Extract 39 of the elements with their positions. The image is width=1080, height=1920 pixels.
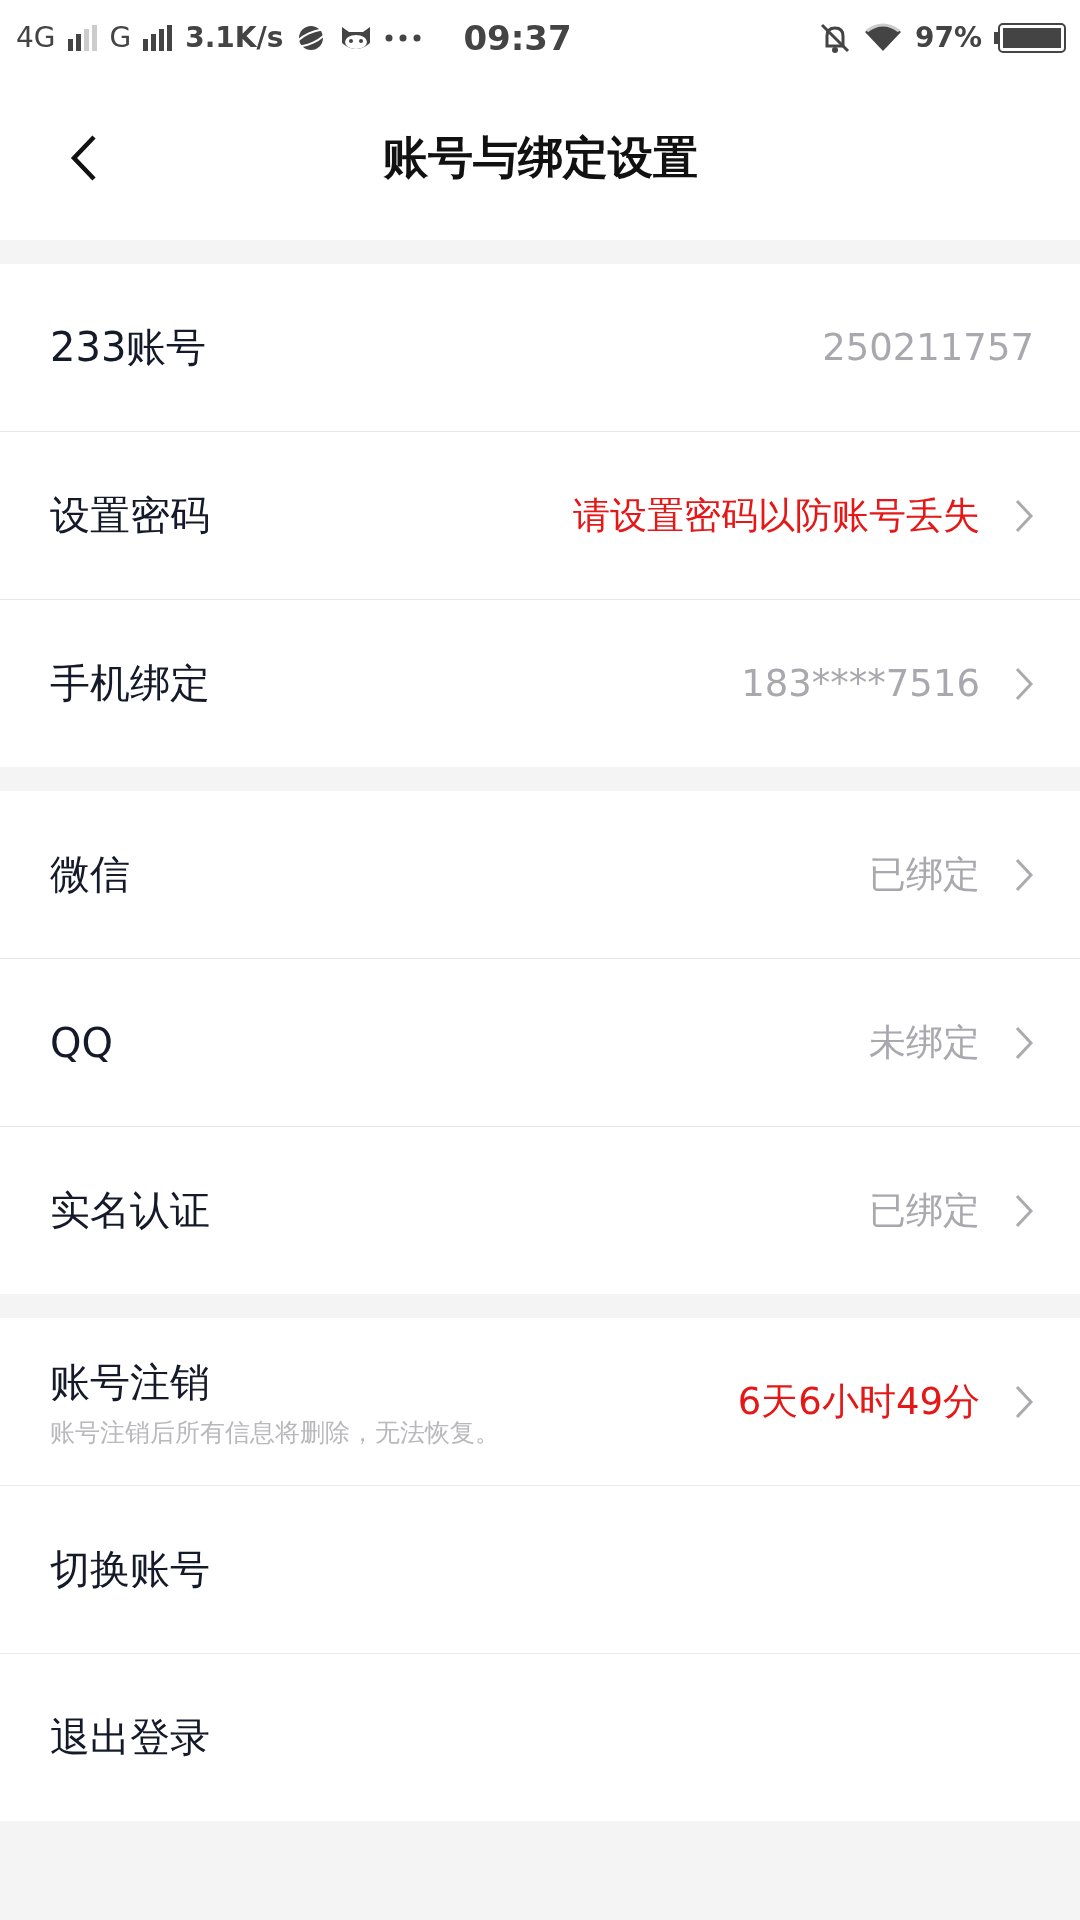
row-label: 手机绑定 [50,659,211,708]
row-label: 退出登录 [50,1713,211,1762]
row-label: 233账号 [50,323,208,372]
back-icon[interactable] [70,133,98,182]
network-label: G [109,21,132,54]
wifi-icon [862,22,903,53]
row-value: 250211757 [822,326,1034,369]
row-value: 未绑定 [869,1019,980,1066]
signal-icon [67,24,98,51]
row-value: 6天6小时49分 [737,1378,980,1425]
row-label: 切换账号 [50,1545,211,1594]
more-icon [385,33,422,42]
row-label: 微信 [50,850,131,899]
row-value: 已绑定 [869,851,980,898]
page-title: 账号与绑定设置 [382,129,698,186]
battery-percentage: 97% [914,21,982,54]
network-speed: 3.1K/s [185,21,284,54]
signal-icon [143,24,174,51]
settings-row[interactable]: 切换账号 [0,1486,1080,1654]
row-value: 183****7516 [741,662,980,705]
row-value: 已绑定 [869,1187,980,1234]
row-value: 请设置密码以防账号丢失 [573,492,980,539]
settings-row[interactable]: 设置密码 请设置密码以防账号丢失 [0,432,1080,600]
settings-row[interactable]: 实名认证 已绑定 [0,1127,1080,1294]
network-label: 4G [16,21,56,54]
muted-bell-icon [818,21,851,54]
settings-row[interactable]: 退出登录 [0,1654,1080,1821]
row-label: 设置密码 [50,491,211,540]
settings-row[interactable]: QQ 未绑定 [0,959,1080,1127]
settings-row[interactable]: 手机绑定 183****7516 [0,600,1080,767]
row-label: 实名认证 [50,1186,211,1235]
row-label: 账号注销 [50,1357,211,1407]
settings-row[interactable]: 账号注销 账号注销后所有信息将删除，无法恢复。 6天6小时49分 [0,1318,1080,1486]
battery-icon [994,22,1066,53]
clock-time: 09:37 [463,17,572,58]
settings-row[interactable]: 233账号 250211757 [0,264,1080,432]
row-label: QQ [50,1019,114,1066]
settings-row[interactable]: 微信 已绑定 [0,791,1080,959]
row-description: 账号注销后所有信息将删除，无法恢复。 [50,1416,501,1449]
